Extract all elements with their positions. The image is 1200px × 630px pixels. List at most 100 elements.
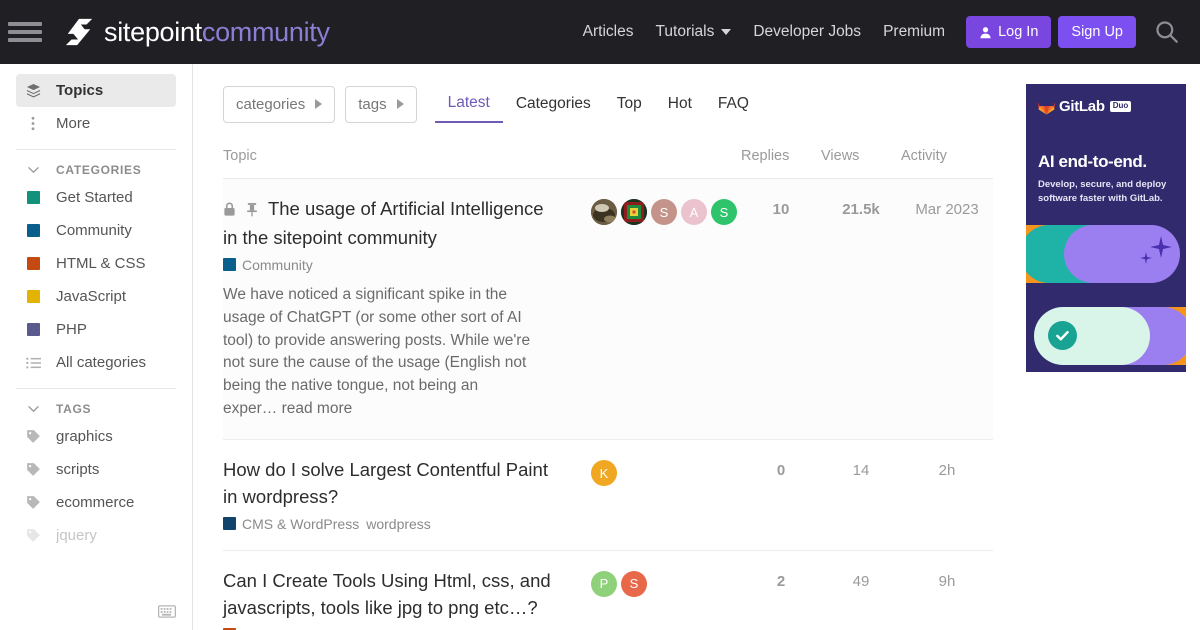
activity-time[interactable]: 2h [901,439,993,551]
topic-meta: Community [223,257,581,273]
sidebar-tag-jquery[interactable]: jquery [16,519,176,552]
avatar-letter: K [599,465,609,481]
avatar[interactable]: S [621,570,647,597]
sidebar-section-categories[interactable]: CATEGORIES [16,159,176,181]
sidebar-item-label: More [56,115,91,132]
tab-hot[interactable]: Hot [655,86,705,122]
participants-cell: P S [581,550,741,630]
gitlab-tanuki-icon [1038,101,1055,115]
nav-item-tutorials[interactable]: Tutorials [645,17,743,47]
avatar[interactable]: P [591,570,617,597]
advertisement-column: GitLab Duo AI end-to-end. Develop, secur… [1010,64,1200,630]
sidebar-category-javascript[interactable]: JavaScript [16,280,176,313]
avatar-letter: S [719,204,729,220]
topic-category-link[interactable]: Community [223,257,313,273]
tab-top[interactable]: Top [604,86,655,122]
sidebar-section-tags[interactable]: TAGS [16,398,176,420]
sign-up-button[interactable]: Sign Up [1058,16,1136,48]
keyboard-shortcuts-icon[interactable] [157,605,177,618]
search-button[interactable] [1150,15,1184,49]
tab-faq[interactable]: FAQ [705,86,762,122]
column-header-views[interactable]: Views [821,142,901,179]
brand-wordmark: sitepointcommunity [104,17,330,48]
topic-cell: How do I solve Largest Contentful Paint … [223,439,581,551]
chevron-down-icon [721,29,732,35]
sidebar-category-community[interactable]: Community [16,214,176,247]
sidebar-category-php[interactable]: PHP [16,313,176,346]
tags-filter-dropdown[interactable]: tags [345,85,417,123]
sparkle-icon-small [1140,252,1152,264]
sidebar-category-html-css[interactable]: HTML & CSS [16,247,176,280]
avatar[interactable]: K [591,460,617,487]
nav-label: Tutorials [655,23,715,40]
gitlab-duo-ad-banner[interactable]: GitLab Duo AI end-to-end. Develop, secur… [1026,84,1186,372]
nav-label: Premium [883,23,946,40]
read-more-link[interactable]: read more [282,400,353,417]
sidebar-tag-graphics[interactable]: graphics [16,420,176,453]
sidebar-category-get-started[interactable]: Get Started [16,181,176,214]
topic-excerpt[interactable]: We have noticed a significant spike in t… [223,284,533,422]
nav-item-articles[interactable]: Articles [572,17,645,47]
activity-time[interactable]: 9h [901,550,993,630]
avatar[interactable] [621,199,647,225]
categories-filter-dropdown[interactable]: categories [223,85,336,123]
site-logo[interactable]: sitepointcommunity [64,17,330,48]
table-row[interactable]: How do I solve Largest Contentful Paint … [223,439,993,551]
topic-category-label: CMS & WordPress [242,515,360,532]
layers-icon [24,83,42,98]
nav-label: Articles [582,23,634,40]
ad-illustration [1026,219,1186,372]
hamburger-menu-icon[interactable] [8,19,42,45]
table-header-row: Topic Replies Views Activity [223,142,993,179]
avatar[interactable]: S [711,199,737,225]
participants-cell: K [581,439,741,551]
nav-item-premium[interactable]: Premium [872,17,956,47]
replies-count: 0 [741,439,821,551]
table-row[interactable]: The usage of Artificial Intelligence in … [223,178,993,441]
topic-meta: HTML & CSS [223,627,581,630]
sidebar-item-label: graphics [56,428,113,445]
category-color-swatch [24,191,42,204]
sidebar-item-topics[interactable]: Topics [16,74,176,107]
topic-tag-link[interactable]: wordpress [366,516,431,532]
table-row[interactable]: Can I Create Tools Using Html, css, and … [223,550,993,630]
topics-table: Topic Replies Views Activity The usage o… [223,142,993,630]
sidebar-tag-scripts[interactable]: scripts [16,453,176,486]
participant-avatars: K [591,457,741,487]
gitlab-logo-text: GitLab [1059,98,1105,115]
avatar[interactable]: A [681,199,707,225]
replies-count: 10 [741,178,821,441]
nav-item-developer-jobs[interactable]: Developer Jobs [742,17,872,47]
topic-category-label: HTML & CSS [242,627,326,630]
views-count: 21.5k [821,178,901,441]
tab-latest[interactable]: Latest [434,85,503,123]
column-header-replies[interactable]: Replies [741,142,821,179]
topic-category-link[interactable]: CMS & WordPress [223,516,359,532]
lock-icon [223,198,236,225]
topic-title-link[interactable]: The usage of Artificial Intelligence in … [223,196,553,252]
brand-word-sitepoint: sitepoint [104,16,202,47]
participant-avatars: P S [591,568,741,597]
topic-title-link[interactable]: How do I solve Largest Contentful Paint … [223,457,553,511]
sidebar-item-label: Topics [56,82,104,99]
topic-title-link[interactable]: Can I Create Tools Using Html, css, and … [223,568,553,622]
search-icon [1156,21,1178,43]
avatar-letter: S [629,576,639,592]
topic-category-link[interactable]: HTML & CSS [223,627,326,630]
sidebar-all-categories[interactable]: All categories [16,346,176,379]
user-icon [980,26,991,38]
sidebar-item-label: All categories [56,354,147,371]
column-header-topic[interactable]: Topic [223,142,741,179]
gitlab-duo-badge: Duo [1109,101,1132,112]
sidebar-item-more[interactable]: More [16,107,176,140]
sidebar-item-label: Community [56,222,132,239]
ad-subtext: Develop, secure, and deploy software fas… [1038,179,1167,204]
log-in-button[interactable]: Log In [966,16,1052,48]
topic-excerpt-text: We have noticed a significant spike in t… [223,285,531,418]
column-header-activity[interactable]: Activity [901,142,993,179]
avatar[interactable]: S [651,199,677,225]
avatar[interactable] [591,199,617,225]
tab-categories[interactable]: Categories [503,86,604,122]
activity-time[interactable]: Mar 2023 [901,178,993,441]
sidebar-tag-ecommerce[interactable]: ecommerce [16,486,176,519]
